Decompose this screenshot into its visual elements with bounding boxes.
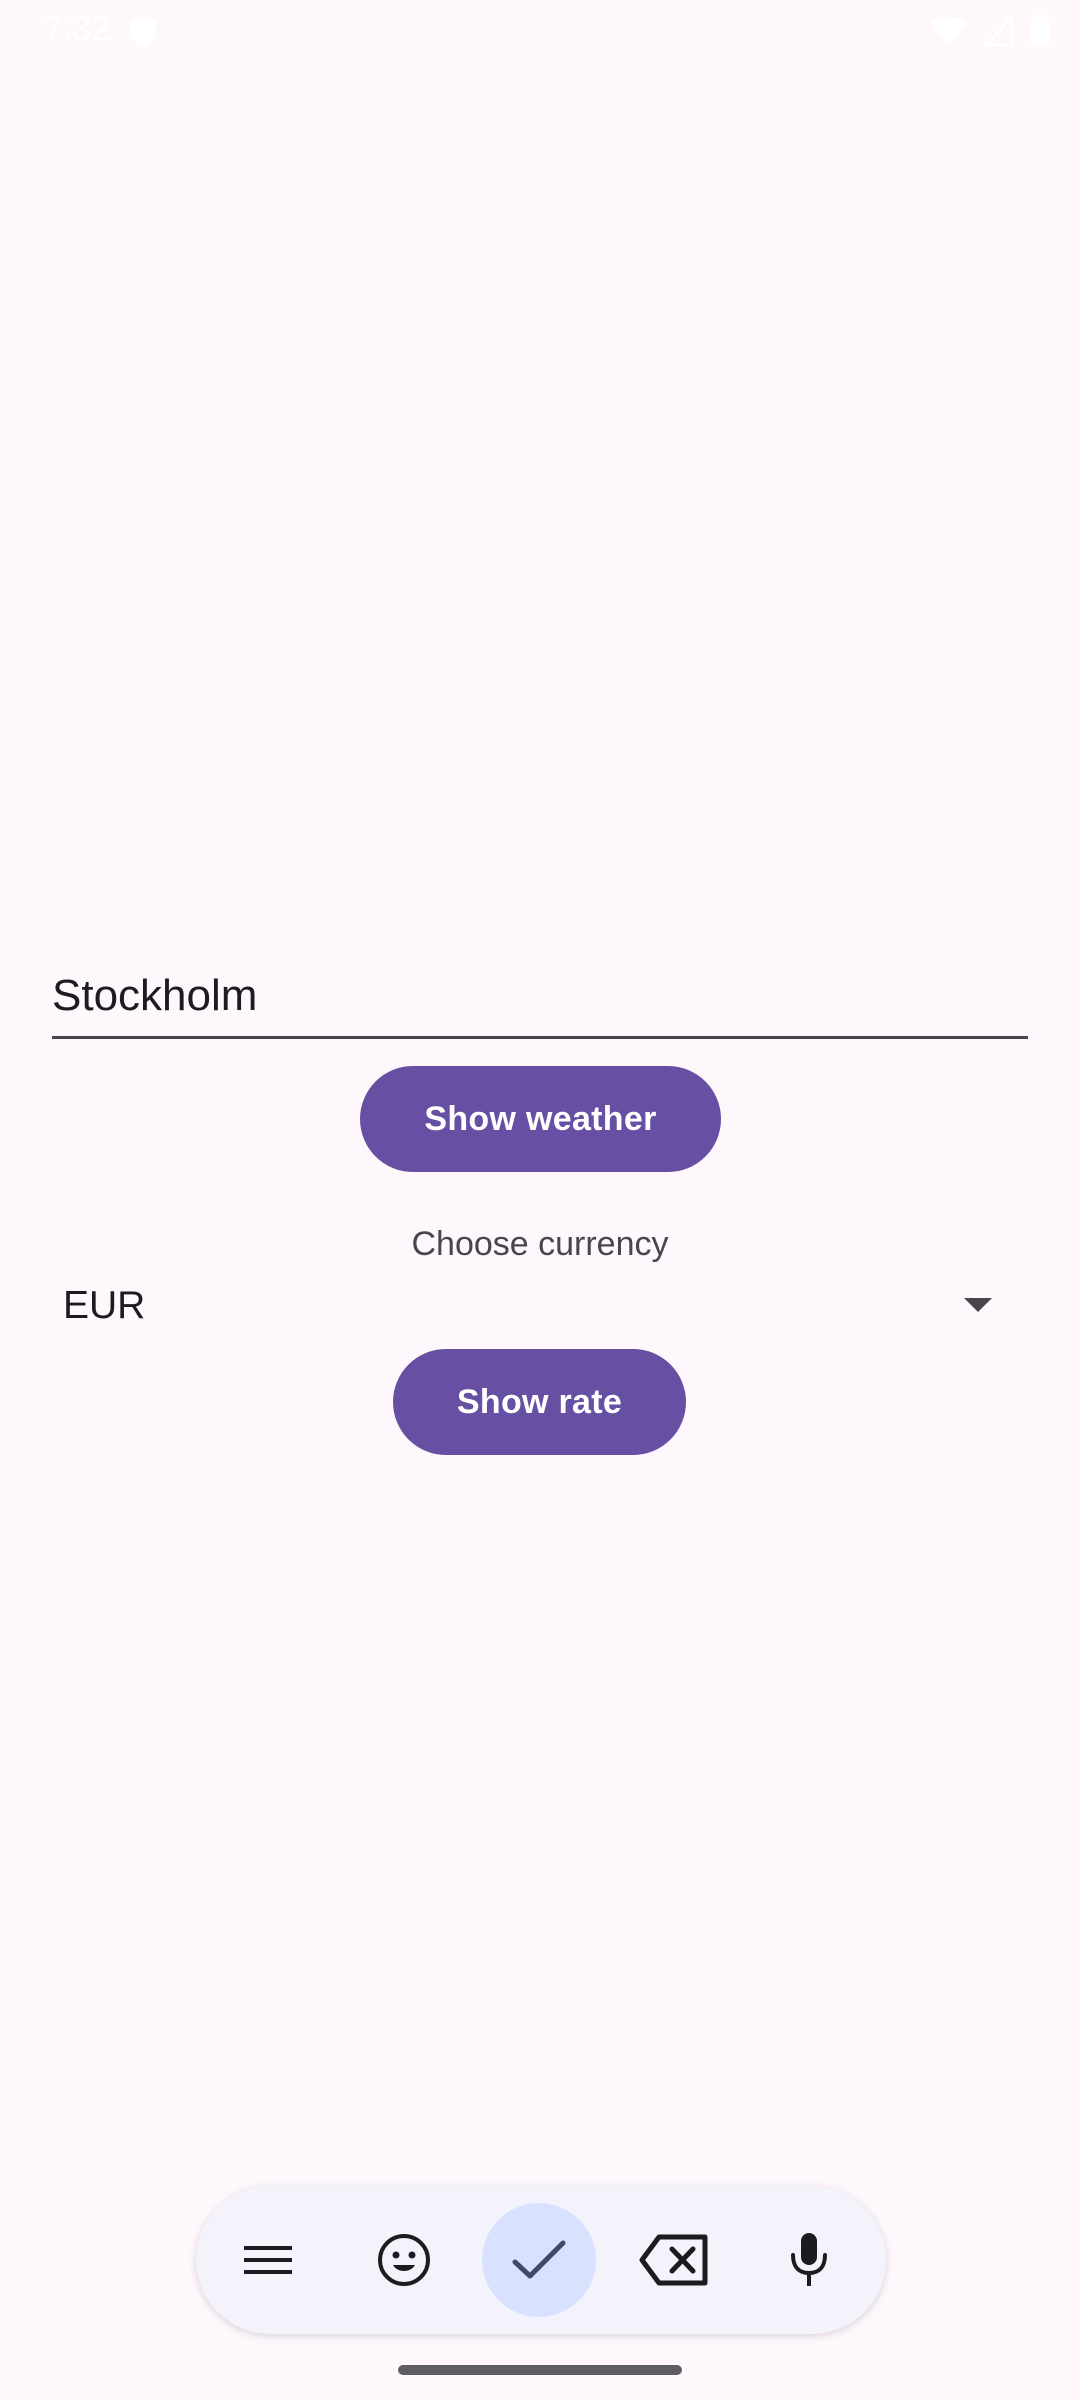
status-icons: [930, 14, 1050, 48]
status-time: 7:32: [44, 10, 111, 48]
choose-currency-label: Choose currency: [411, 1225, 669, 1263]
battery-icon: [1031, 14, 1049, 47]
city-text-field[interactable]: [52, 956, 1028, 1039]
show-rate-button[interactable]: Show rate: [393, 1349, 686, 1455]
mic-icon[interactable]: [752, 2203, 866, 2317]
show-weather-button[interactable]: Show weather: [360, 1066, 721, 1172]
backspace-icon[interactable]: [617, 2203, 731, 2317]
menu-icon[interactable]: [211, 2203, 325, 2317]
home-indicator[interactable]: [398, 2365, 682, 2375]
wifi-icon: [931, 17, 967, 45]
city-input[interactable]: [52, 956, 1028, 1036]
status-bar: 7:32: [0, 0, 1080, 62]
check-icon[interactable]: [482, 2203, 596, 2317]
shield-icon: [130, 17, 156, 47]
emoji-icon[interactable]: [347, 2203, 461, 2317]
currency-dropdown[interactable]: EUR: [52, 1274, 1028, 1340]
floating-keyboard-toolbar: [196, 2186, 886, 2334]
dropdown-arrow-icon: [964, 1298, 992, 1312]
signal-icon: [984, 15, 1014, 47]
currency-selected-value: EUR: [63, 1284, 146, 1327]
